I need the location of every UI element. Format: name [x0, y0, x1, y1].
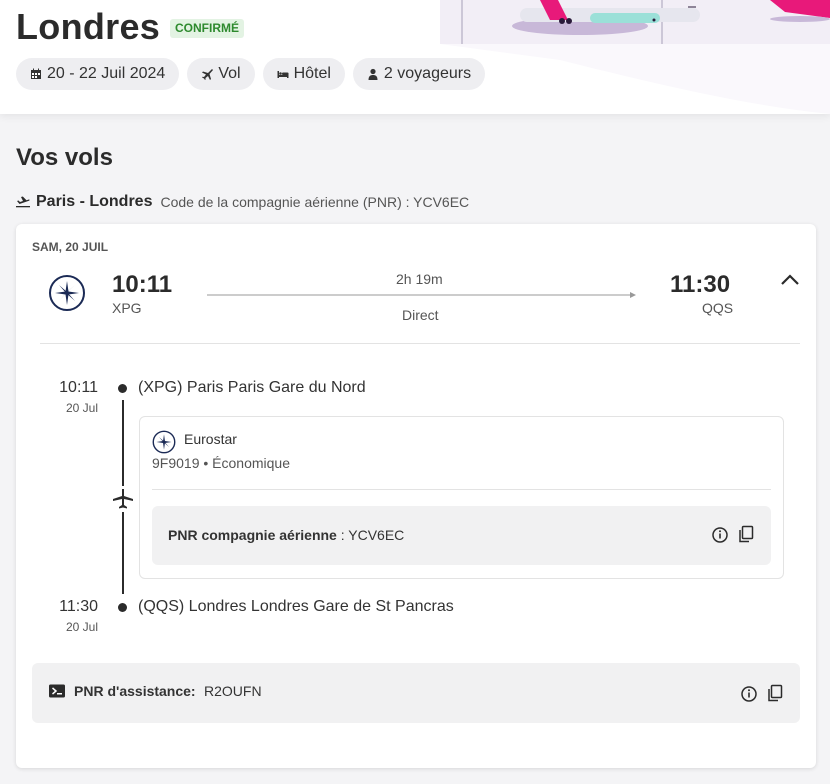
- chip-flight-label: Vol: [218, 65, 241, 82]
- chip-hotel-label: Hôtel: [293, 65, 331, 82]
- eurostar-logo-icon: [152, 430, 176, 454]
- divider: [40, 343, 800, 344]
- destination-time: 11:30: [59, 598, 98, 615]
- route-pnr: Code de la compagnie aérienne (PNR) : YC…: [160, 194, 470, 210]
- airline-pnr-separator: :: [336, 527, 349, 543]
- origin-date: 20 Jul: [65, 401, 98, 415]
- carrier-name: Eurostar: [184, 431, 237, 447]
- user-icon: [368, 68, 378, 80]
- chip-flight: Vol: [187, 58, 255, 90]
- timeline-line: [122, 512, 124, 594]
- eurostar-logo-icon: [49, 275, 85, 311]
- status-badge: CONFIRMÉ: [170, 19, 244, 38]
- origin-time: 10:11: [59, 379, 98, 396]
- copy-icon[interactable]: [766, 684, 784, 702]
- origin-dot: [118, 384, 127, 393]
- trip-header: Londres CONFIRMÉ 20 - 22 Juil 2024 Vol H…: [0, 0, 830, 114]
- calendar-icon: [31, 68, 41, 79]
- info-icon[interactable]: [740, 685, 758, 703]
- departure-time: 10:11: [112, 271, 173, 298]
- chip-dates-label: 20 - 22 Juil 2024: [47, 65, 166, 82]
- chip-hotel: Hôtel: [262, 58, 345, 90]
- plane-down-icon: [113, 489, 133, 509]
- bed-icon: [277, 71, 289, 78]
- chevron-up-icon[interactable]: [778, 268, 802, 292]
- airline-pnr-text: PNR compagnie aérienne : YCV6EC: [168, 527, 404, 543]
- assistance-pnr-box: PNR d'assistance: R2OUFN: [32, 663, 800, 723]
- arrival-time: 11:30: [670, 271, 731, 298]
- departure-plane-icon: [16, 196, 30, 208]
- flight-date: SAM, 20 JUIL: [32, 240, 109, 254]
- route-arrow-icon: [207, 292, 636, 298]
- destination-date: 20 Jul: [65, 620, 98, 634]
- destination-station: (QQS) Londres Londres Gare de St Pancras: [138, 598, 454, 615]
- airline-pnr-value: YCV6EC: [348, 527, 405, 543]
- origin-station: (XPG) Paris Paris Gare du Nord: [138, 379, 366, 396]
- flight-duration: 2h 19m: [396, 271, 443, 287]
- assistance-pnr-value: R2OUFN: [204, 683, 262, 699]
- trip-title: Londres: [16, 6, 161, 47]
- section-title: Vos vols: [16, 144, 113, 171]
- trip-chips: 20 - 22 Juil 2024 Vol Hôtel 2 voyageurs: [16, 58, 486, 90]
- flight-stops: Direct: [402, 307, 439, 323]
- destination-dot: [118, 603, 127, 612]
- ticket-icon: [49, 684, 65, 698]
- arrival-code: QQS: [702, 300, 734, 316]
- airline-pnr-box: PNR compagnie aérienne : YCV6EC: [152, 506, 771, 565]
- assistance-pnr-label: PNR d'assistance:: [74, 683, 196, 699]
- plane-icon: [202, 69, 214, 80]
- hero-illustration: [440, 0, 830, 114]
- flight-card: SAM, 20 JUIL 10:11 XPG 2h 19m Direct 11:…: [16, 224, 816, 768]
- route-name: Paris - Londres: [36, 193, 153, 210]
- segment-card: Eurostar 9F9019 • Économique PNR compagn…: [139, 416, 784, 579]
- timeline-line: [122, 400, 124, 486]
- divider: [152, 489, 771, 490]
- chip-dates: 20 - 22 Juil 2024: [16, 58, 180, 90]
- route-header: Paris - Londres Code de la compagnie aér…: [16, 193, 469, 211]
- info-icon[interactable]: [711, 526, 729, 544]
- departure-code: XPG: [112, 300, 142, 316]
- segment-details: 9F9019 • Économique: [152, 455, 290, 471]
- copy-icon[interactable]: [737, 525, 755, 543]
- airline-pnr-label: PNR compagnie aérienne: [168, 527, 337, 543]
